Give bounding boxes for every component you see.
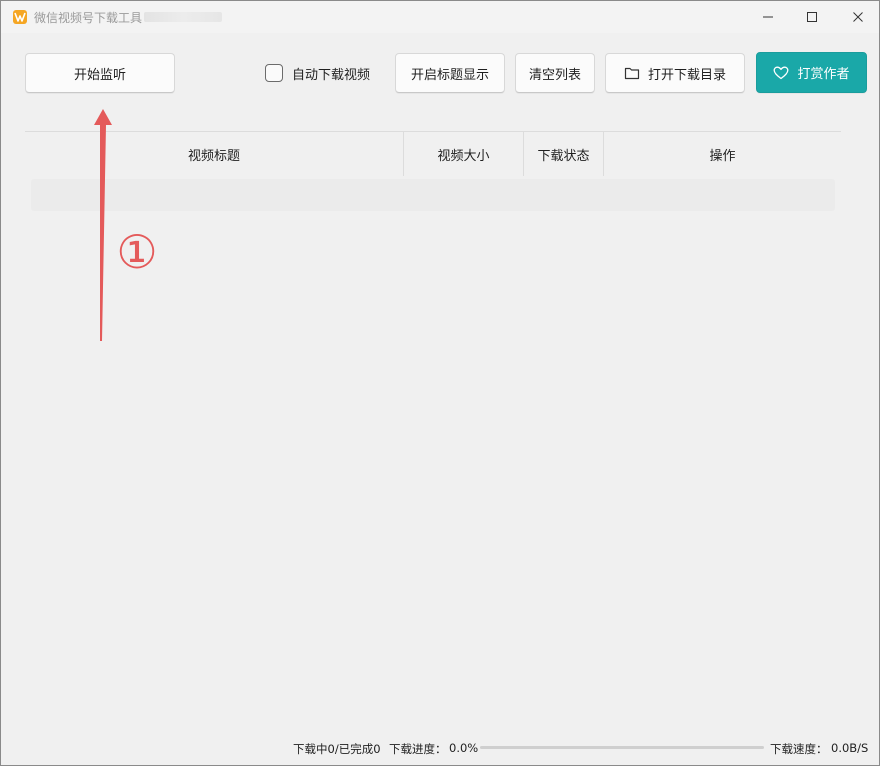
step-number-annotation: ① bbox=[116, 225, 158, 279]
progress-value: 0.0% bbox=[449, 741, 479, 755]
download-count-text: 下载中0/已完成0 bbox=[293, 742, 381, 756]
speed-value: 0.0B/S bbox=[831, 741, 869, 755]
speed-label: 下载速度： bbox=[770, 742, 828, 756]
progress-label: 下载进度： bbox=[389, 742, 447, 756]
status-bar: 下载中0/已完成0 下载进度： 0.0% 下载速度： 0.0B/S bbox=[1, 737, 879, 759]
progress-bar bbox=[480, 746, 764, 749]
annotation-arrow bbox=[94, 109, 112, 341]
app-window: 微信视频号下载工具 开始监听 自动下载视频 开启标题显示 清空列表 打开下载目录… bbox=[0, 0, 880, 766]
